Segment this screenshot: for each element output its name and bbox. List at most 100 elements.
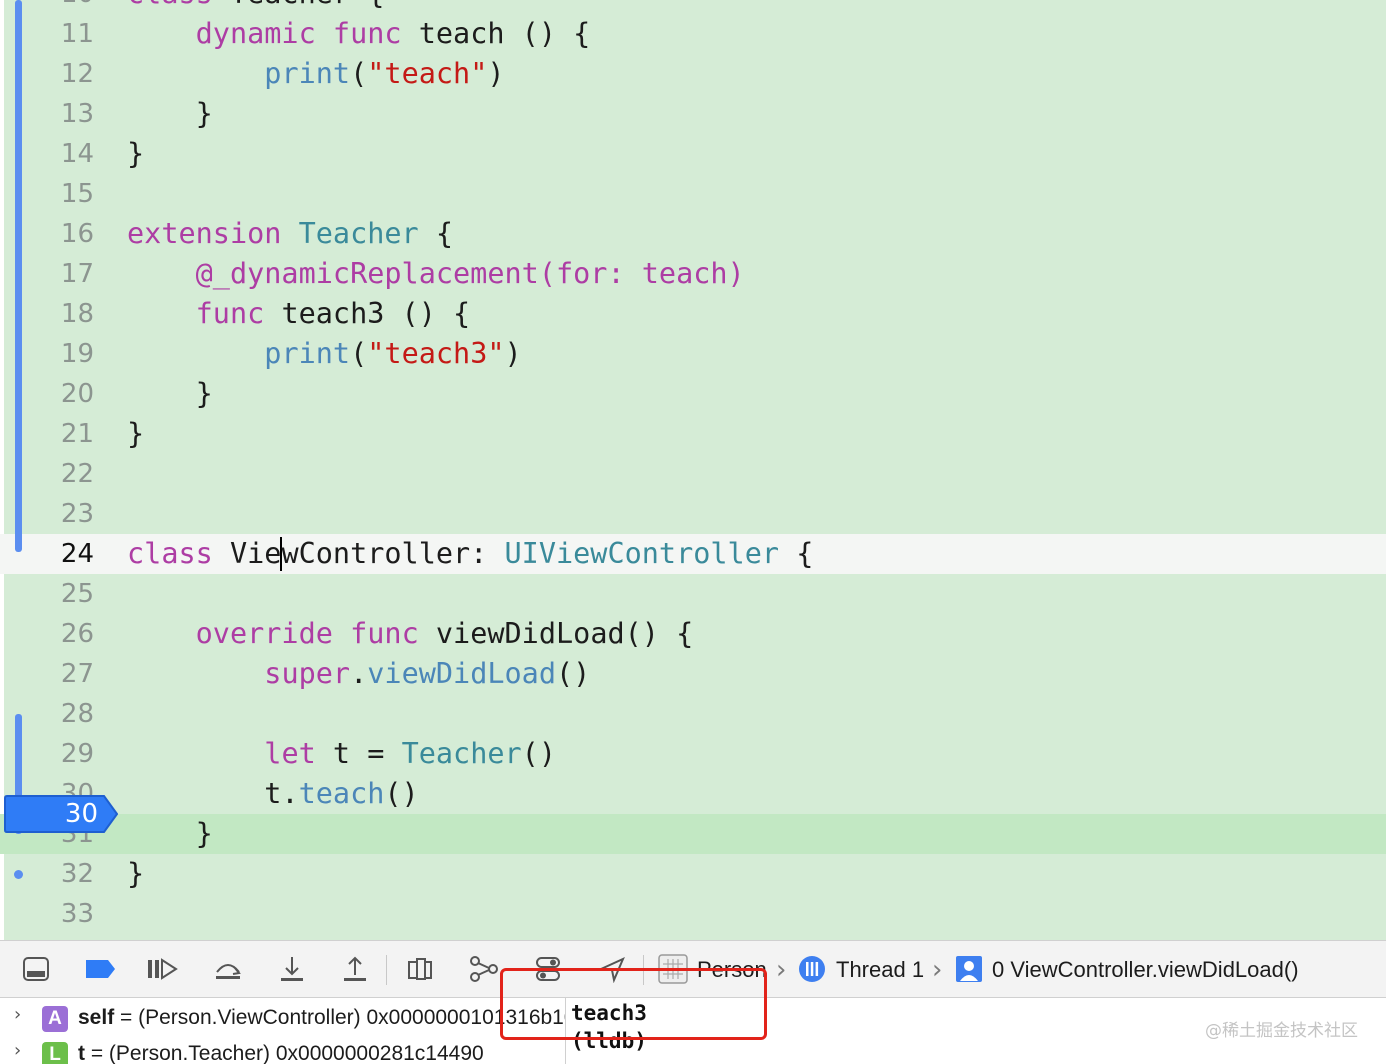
code-text[interactable]: } [127, 94, 213, 134]
code-text[interactable]: extension Teacher { [127, 214, 453, 254]
line-number[interactable]: 21 [40, 414, 94, 454]
line-number[interactable]: 12 [40, 54, 94, 94]
variable-row[interactable]: › A self = (Person.ViewController) 0x000… [0, 1000, 565, 1036]
code-text[interactable]: override func viewDidLoad() { [127, 614, 694, 654]
code-token: t = [315, 737, 402, 770]
code-line[interactable]: 14} [0, 134, 1386, 174]
breakpoint-toggle-icon [86, 960, 115, 978]
variable-row[interactable]: › L t = (Person.Teacher) 0x0000000281c14… [0, 1036, 565, 1064]
line-number[interactable]: 24 [40, 534, 94, 574]
code-text[interactable]: @_dynamicReplacement(for: teach) [127, 254, 745, 294]
view-hierarchy-button[interactable] [404, 953, 436, 985]
code-line[interactable]: 26 override func viewDidLoad() { [0, 614, 1386, 654]
line-number[interactable]: 18 [40, 294, 94, 334]
code-text[interactable]: print("teach3") [127, 334, 521, 374]
code-line[interactable]: 21} [0, 414, 1386, 454]
code-line[interactable]: 25 [0, 574, 1386, 614]
code-line[interactable]: 27 super.viewDidLoad() [0, 654, 1386, 694]
code-text[interactable]: } [127, 134, 144, 174]
code-token: super [264, 657, 351, 690]
line-number[interactable]: 14 [40, 134, 94, 174]
step-out-button[interactable] [339, 953, 371, 985]
line-number[interactable]: 26 [40, 614, 94, 654]
code-line[interactable]: 12 print("teach") [0, 54, 1386, 94]
breakpoint-marker[interactable]: 30 [4, 794, 118, 834]
code-text[interactable]: dynamic func teach () { [127, 14, 591, 54]
code-line[interactable]: 30 t.teach() [0, 774, 1386, 814]
line-number[interactable]: 11 [40, 14, 94, 54]
code-line[interactable]: 24 class ViewController: UIViewController… [0, 534, 1386, 574]
step-over-button[interactable] [212, 953, 244, 985]
change-indicator-dot [14, 870, 23, 879]
code-line[interactable]: 18 func teach3 () { [0, 294, 1386, 334]
variables-view[interactable]: › A self = (Person.ViewController) 0x000… [0, 998, 565, 1064]
code-text[interactable]: t.teach() [127, 774, 419, 814]
continue-icon [148, 958, 178, 980]
breakpoints-toggle-button[interactable] [84, 953, 116, 985]
step-into-icon [281, 957, 303, 981]
variable-value: = (Person.ViewController) 0x000000010131… [114, 1006, 565, 1029]
code-line[interactable]: 17 @_dynamicReplacement(for: teach) [0, 254, 1386, 294]
line-number[interactable]: 16 [40, 214, 94, 254]
line-number[interactable]: 17 [40, 254, 94, 294]
line-number[interactable]: 22 [40, 454, 94, 494]
code-token: func [332, 17, 402, 50]
code-line[interactable]: 22 [0, 454, 1386, 494]
code-token: } [127, 817, 213, 850]
code-text[interactable]: super.viewDidLoad() [127, 654, 590, 694]
code-line[interactable]: 33 [0, 894, 1386, 934]
code-line[interactable]: 15 [0, 174, 1386, 214]
line-number[interactable]: 15 [40, 174, 94, 214]
code-line[interactable]: 19 print("teach3") [0, 334, 1386, 374]
breadcrumb-chevron-icon: › [776, 955, 787, 985]
code-line[interactable]: 11 dynamic func teach () { [0, 14, 1386, 54]
code-text[interactable]: print("teach") [127, 54, 504, 94]
line-number[interactable]: 20 [40, 374, 94, 414]
code-text[interactable]: class ViewController: UIViewController { [127, 534, 813, 574]
line-number[interactable]: 25 [40, 574, 94, 614]
line-number[interactable]: 23 [40, 494, 94, 534]
code-token: () [384, 777, 419, 810]
code-text[interactable]: } [127, 854, 144, 894]
view-hierarchy-icon [408, 958, 432, 980]
code-token: override [195, 617, 333, 650]
continue-button[interactable] [146, 953, 178, 985]
line-number[interactable]: 27 [40, 654, 94, 694]
step-into-button[interactable] [276, 953, 308, 985]
line-number[interactable]: 32 [40, 854, 94, 894]
line-number[interactable]: 29 [40, 734, 94, 774]
line-number[interactable]: 28 [40, 694, 94, 734]
line-number[interactable]: 33 [40, 894, 94, 934]
hide-debug-area-button[interactable] [20, 953, 52, 985]
code-text[interactable]: } [127, 374, 213, 414]
memory-graph-button[interactable] [468, 953, 500, 985]
code-token: teach3 () { [264, 297, 471, 330]
line-number[interactable]: 19 [40, 334, 94, 374]
code-text[interactable]: class Teacher { [127, 0, 384, 14]
code-text[interactable]: } [127, 814, 213, 854]
breadcrumb-thread[interactable]: Thread 1 [836, 941, 924, 999]
code-editor[interactable]: 10class Teacher {11 dynamic func teach (… [0, 0, 1386, 940]
code-text[interactable]: func teach3 () { [127, 294, 471, 334]
code-line[interactable]: 10 class Teacher { [0, 0, 1386, 14]
code-line[interactable]: 31 } [0, 814, 1386, 854]
watermark: @稀土掘金技术社区 [1205, 1021, 1358, 1041]
line-number[interactable]: 10 [40, 0, 94, 14]
code-text[interactable]: let t = Teacher() [127, 734, 556, 774]
code-token: class [127, 0, 213, 10]
code-line[interactable]: 32} [0, 854, 1386, 894]
code-line[interactable]: 23 [0, 494, 1386, 534]
code-line[interactable]: 20 } [0, 374, 1386, 414]
line-number[interactable]: 13 [40, 94, 94, 134]
code-text[interactable]: } [127, 414, 144, 454]
breadcrumb-frame[interactable]: 0 ViewController.viewDidLoad() [992, 941, 1299, 999]
code-line[interactable]: 13 } [0, 94, 1386, 134]
disclosure-chevron-icon[interactable]: › [14, 1040, 21, 1061]
variable-name: t [78, 1042, 85, 1064]
code-line[interactable]: 29 let t = Teacher() [0, 734, 1386, 774]
code-line[interactable]: 28 [0, 694, 1386, 734]
disclosure-chevron-icon[interactable]: › [14, 1004, 21, 1025]
code-line[interactable]: 16 extension Teacher { [0, 214, 1386, 254]
